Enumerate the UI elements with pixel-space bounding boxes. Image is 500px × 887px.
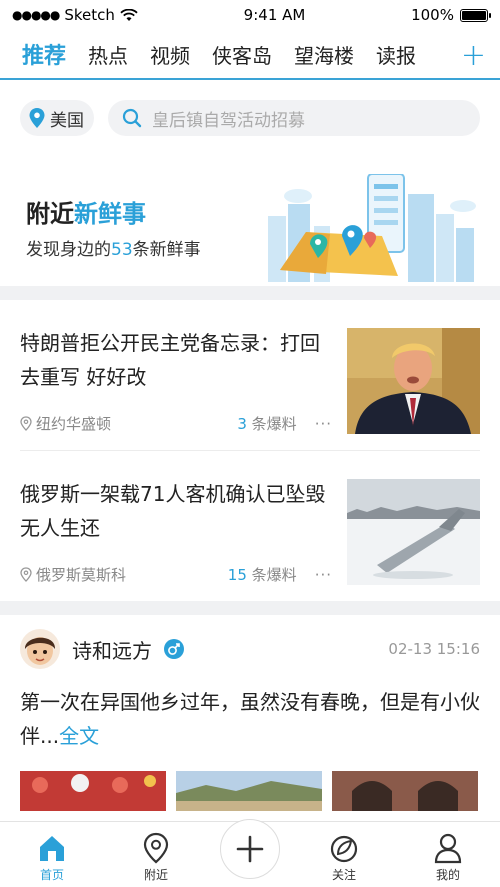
post-image[interactable] xyxy=(332,771,478,811)
search-icon xyxy=(122,108,142,128)
user-post[interactable]: 诗和远方 02-13 15:16 第一次在异国他乡过年，虽然没有春晚，但是有小伙… xyxy=(0,615,500,811)
news-thumbnail xyxy=(347,328,480,434)
plus-icon xyxy=(236,835,264,863)
report-count: 3 条爆料 xyxy=(237,415,297,433)
news-title: 特朗普拒公开民主党备忘录：打回去重写 好好改 xyxy=(20,331,320,389)
news-item[interactable]: 特朗普拒公开民主党备忘录：打回去重写 好好改 纽约华盛顿 3 条爆料 ··· xyxy=(20,300,480,451)
location-outline-icon xyxy=(20,567,32,582)
search-row: 美国 皇后镇自驾活动招募 xyxy=(0,80,500,136)
follow-icon xyxy=(330,835,358,863)
news-item[interactable]: 俄罗斯一架载71人客机确认已坠毁 无人生还 俄罗斯莫斯科 15 条爆料 ··· xyxy=(20,451,480,601)
bottom-nav: 首页 附近 关注 我的 xyxy=(0,819,500,887)
banner-title: 附近新鲜事 xyxy=(26,200,146,228)
more-options-button[interactable]: ··· xyxy=(315,415,332,433)
battery-percent: 100% xyxy=(411,6,454,24)
user-icon xyxy=(434,833,462,864)
news-list: 特朗普拒公开民主党备忘录：打回去重写 好好改 纽约华盛顿 3 条爆料 ··· 俄… xyxy=(0,300,500,601)
location-icon xyxy=(143,832,169,864)
search-input[interactable]: 皇后镇自驾活动招募 xyxy=(108,100,480,136)
post-image[interactable] xyxy=(176,771,322,811)
nav-home[interactable]: 首页 xyxy=(12,832,92,883)
carrier-group: ●●●●● Sketch xyxy=(12,6,138,24)
location-outline-icon xyxy=(20,416,32,431)
city-map-illustration xyxy=(268,174,476,282)
news-title: 俄罗斯一架载71人客机确认已坠毁 无人生还 xyxy=(20,482,326,540)
news-meta: 俄罗斯莫斯科 15 条爆料 ··· xyxy=(20,564,332,585)
tab-wanghailou[interactable]: 望海楼 xyxy=(294,40,354,69)
nav-label: 首页 xyxy=(39,868,64,882)
news-meta: 纽约华盛顿 3 条爆料 ··· xyxy=(20,413,332,434)
status-time: 9:41 AM xyxy=(243,6,306,24)
section-separator xyxy=(0,601,500,615)
avatar[interactable] xyxy=(20,629,60,669)
channel-tabs: 推荐 热点 视频 侠客岛 望海楼 读报 + xyxy=(0,30,500,80)
carrier-name: Sketch xyxy=(64,6,115,24)
create-post-button[interactable] xyxy=(220,819,280,879)
tab-xiakedao[interactable]: 侠客岛 xyxy=(212,40,272,69)
home-icon xyxy=(40,836,64,861)
section-separator xyxy=(0,286,500,300)
location-selector[interactable]: 美国 xyxy=(20,100,94,136)
location-label: 美国 xyxy=(50,110,84,131)
post-body: 第一次在异国他乡过年，虽然没有春晚，但是有小伙伴...全文 xyxy=(20,690,480,748)
post-header: 诗和远方 02-13 15:16 xyxy=(20,629,480,669)
nav-nearby[interactable]: 附近 xyxy=(116,832,196,883)
nav-label: 附近 xyxy=(143,868,168,882)
nearby-banner[interactable]: 附近新鲜事 发现身边的53条新鲜事 xyxy=(0,136,500,286)
more-options-button[interactable]: ··· xyxy=(315,566,332,584)
tab-dubao[interactable]: 读报 xyxy=(376,40,416,69)
nav-mine[interactable]: 我的 xyxy=(408,832,488,883)
author-name[interactable]: 诗和远方 xyxy=(72,635,152,664)
wifi-icon xyxy=(120,8,138,21)
signal-icon: ●●●●● xyxy=(12,8,60,22)
news-thumbnail xyxy=(347,479,480,585)
battery-group: 100% xyxy=(411,6,491,24)
nav-follow[interactable]: 关注 xyxy=(304,832,384,883)
battery-icon xyxy=(459,8,491,22)
post-time: 02-13 15:16 xyxy=(388,640,480,658)
nav-label: 关注 xyxy=(331,868,356,882)
nav-label: 我的 xyxy=(435,868,460,882)
location-pin-icon xyxy=(29,108,45,128)
news-location: 纽约华盛顿 xyxy=(20,413,111,434)
post-images xyxy=(20,771,480,811)
banner-text: 附近新鲜事 发现身边的53条新鲜事 xyxy=(26,194,201,260)
male-gender-icon xyxy=(164,639,184,659)
news-location: 俄罗斯莫斯科 xyxy=(20,564,126,585)
report-count: 15 条爆料 xyxy=(227,566,297,584)
read-full-link[interactable]: 全文 xyxy=(59,724,99,748)
tab-video[interactable]: 视频 xyxy=(150,40,190,69)
add-channel-button[interactable]: + xyxy=(461,38,486,73)
search-placeholder: 皇后镇自驾活动招募 xyxy=(152,110,305,131)
banner-subtitle: 发现身边的53条新鲜事 xyxy=(26,240,201,260)
status-bar: ●●●●● Sketch 9:41 AM 100% xyxy=(0,0,500,30)
tab-recommend[interactable]: 推荐 xyxy=(22,38,66,70)
tab-hot[interactable]: 热点 xyxy=(88,40,128,69)
post-image[interactable] xyxy=(20,771,166,811)
